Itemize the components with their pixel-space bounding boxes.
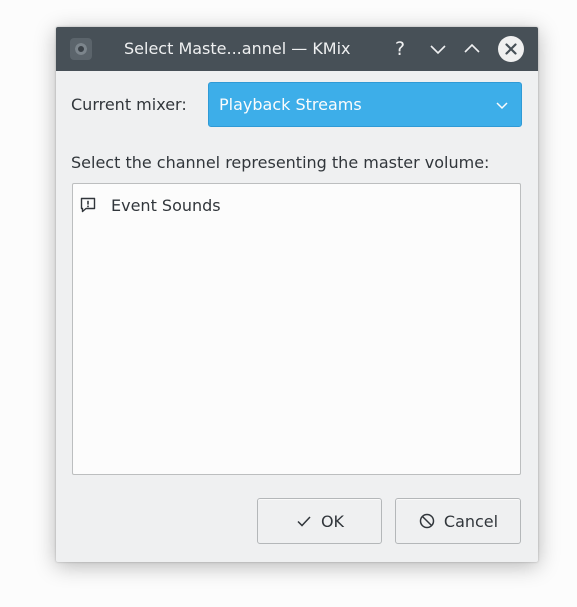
notification-icon [79, 196, 97, 214]
help-icon[interactable]: ? [388, 37, 412, 61]
mixer-select[interactable]: Playback Streams [208, 82, 522, 127]
window-title: Select Maste...annel — KMix [124, 39, 351, 58]
list-item[interactable]: Event Sounds [79, 193, 221, 217]
cancel-button-label: Cancel [443, 511, 499, 531]
mixer-select-value: Playback Streams [219, 95, 362, 114]
cancel-button[interactable]: Cancel [395, 498, 521, 544]
close-icon[interactable] [498, 36, 524, 62]
ok-button[interactable]: OK [257, 498, 382, 544]
checkmark-icon [297, 516, 311, 527]
dialog-window: Select Maste...annel — KMix ? Current mi… [56, 27, 538, 562]
instruction-text: Select the channel representing the mast… [71, 153, 490, 172]
minimize-icon[interactable] [426, 37, 450, 61]
list-item-label: Event Sounds [111, 195, 221, 215]
title-bar[interactable]: Select Maste...annel — KMix ? [56, 27, 538, 71]
channel-list[interactable]: Event Sounds [72, 183, 521, 475]
dialog-body: Current mixer: Playback Streams Select t… [56, 71, 538, 562]
kmix-app-icon[interactable] [70, 38, 92, 60]
current-mixer-label: Current mixer: [71, 95, 187, 114]
cancel-icon [419, 513, 435, 529]
maximize-icon[interactable] [460, 37, 484, 61]
ok-button-label: OK [320, 511, 345, 531]
chevron-down-icon [493, 96, 511, 114]
